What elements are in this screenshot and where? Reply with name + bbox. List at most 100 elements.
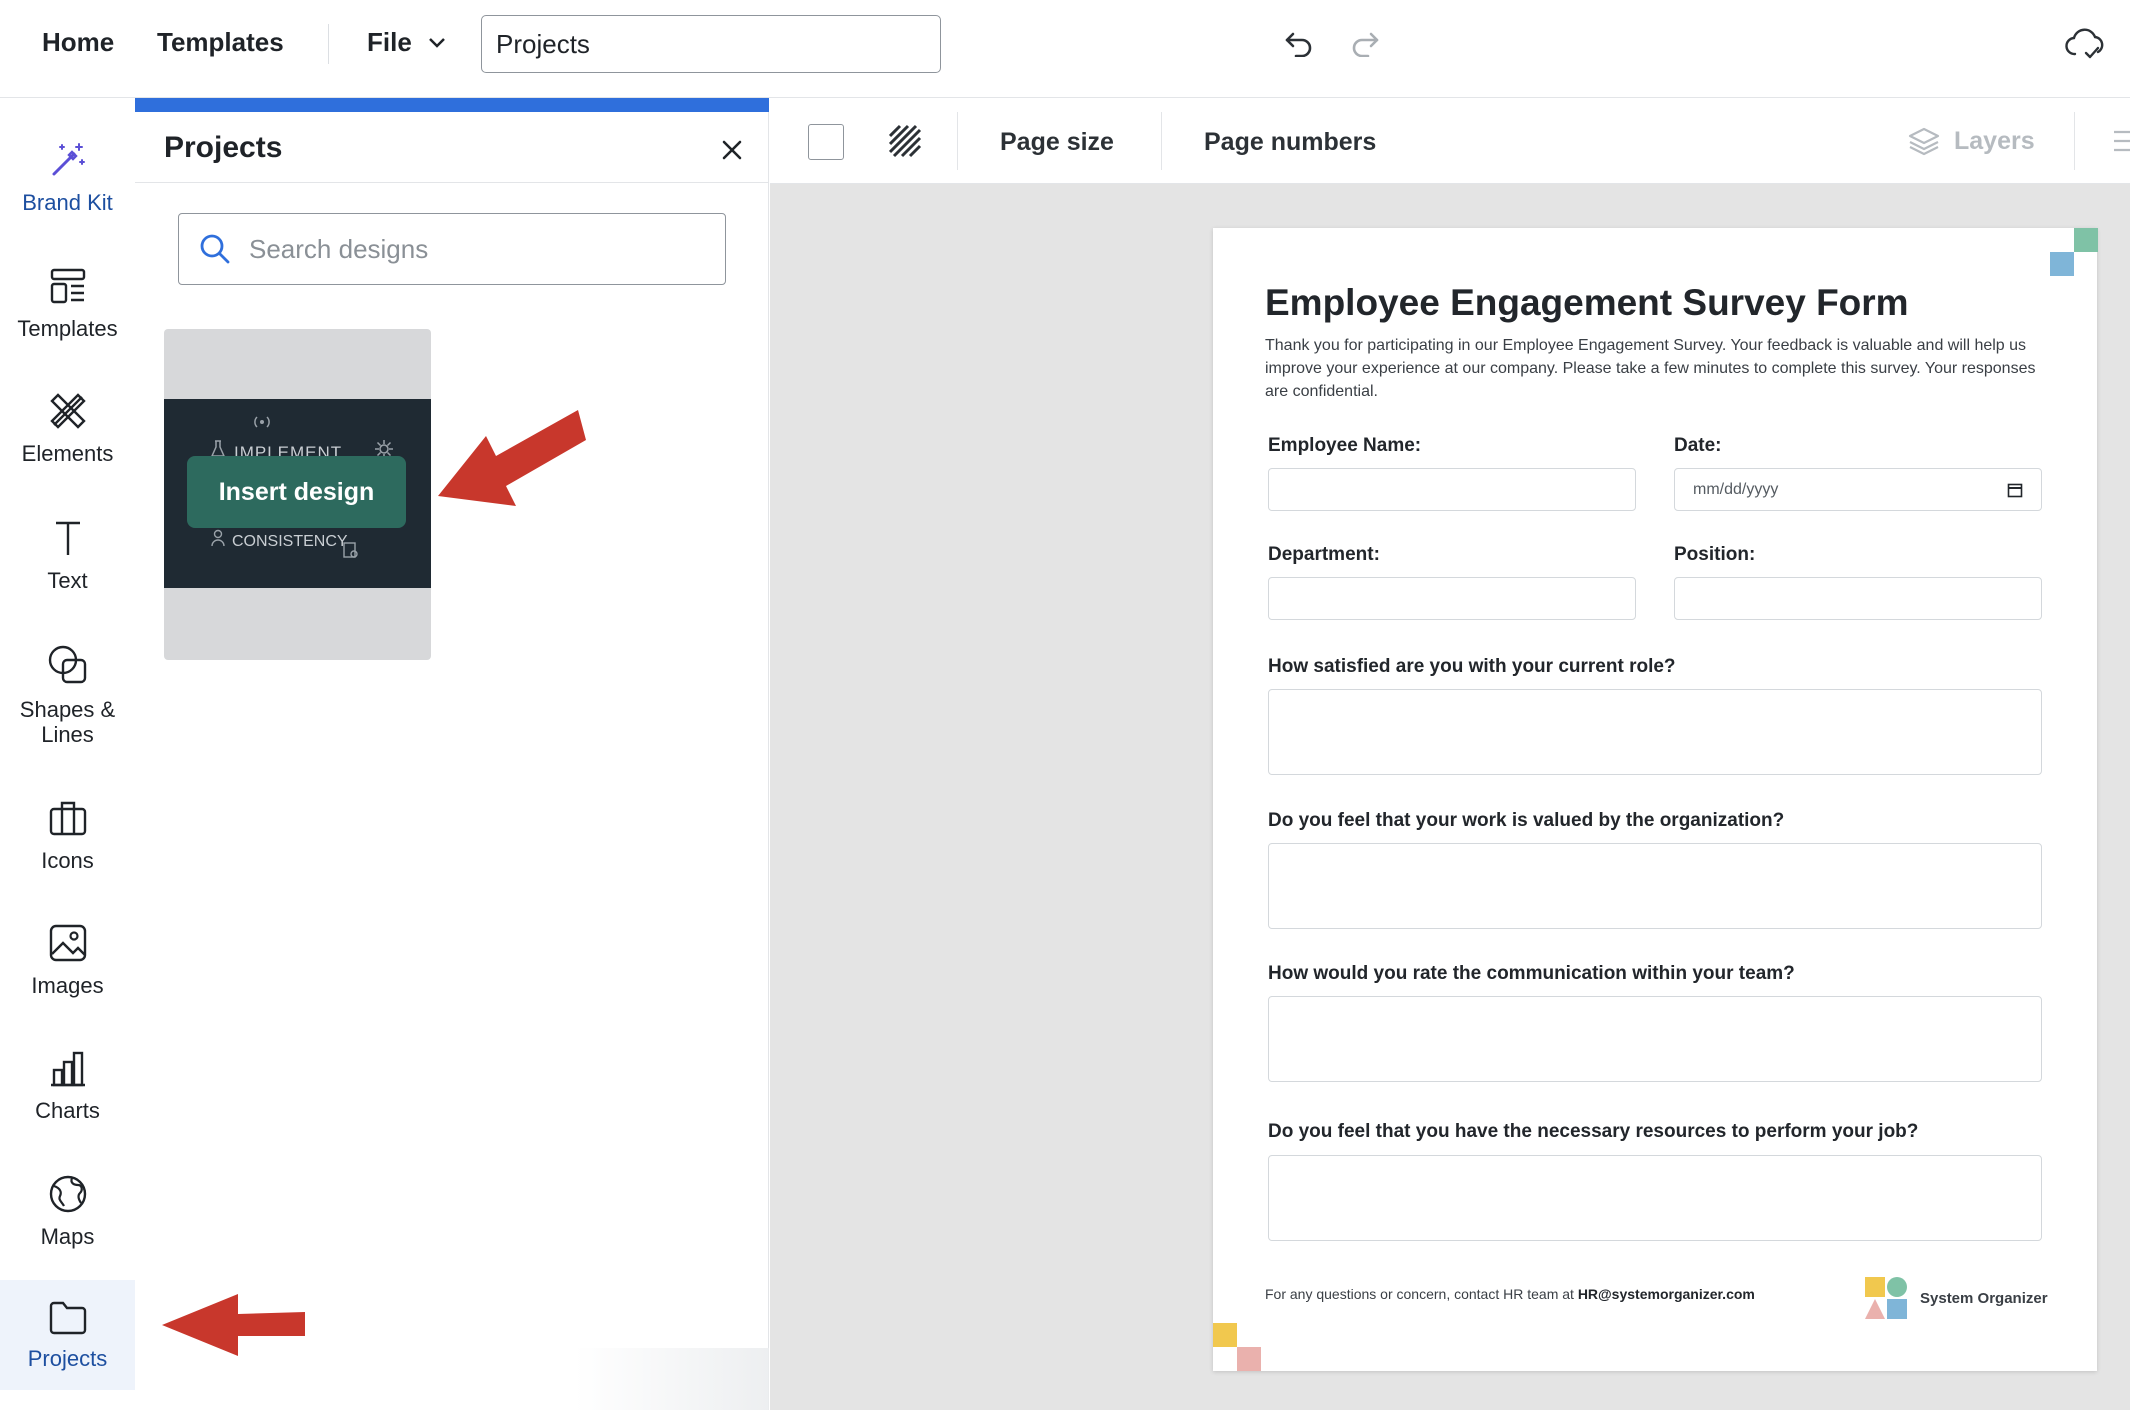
date-field[interactable]: mm/dd/yyyy (1674, 468, 2042, 511)
divider (1161, 112, 1162, 170)
position-field[interactable] (1674, 577, 2042, 620)
layers-icon (1908, 127, 1940, 156)
calendar-icon (2007, 483, 2023, 497)
left-rail: Brand Kit Templates Elements Text Shapes… (0, 98, 135, 1410)
close-icon[interactable] (716, 134, 748, 166)
top-bar: Home Templates File (0, 0, 2130, 98)
rail-item-projects[interactable]: Projects (0, 1280, 135, 1390)
question-answer-field[interactable] (1268, 843, 2042, 929)
divider (957, 112, 958, 170)
search-icon (200, 234, 230, 264)
rail-item-elements[interactable]: Elements (0, 391, 135, 491)
rail-label: Brand Kit (22, 190, 113, 215)
background-color-swatch[interactable] (808, 124, 844, 160)
divider (2074, 112, 2075, 170)
rail-label: Shapes & Lines (19, 697, 116, 747)
rail-item-charts[interactable]: Charts (0, 1048, 135, 1148)
templates-icon (50, 268, 85, 304)
rail-label: Icons (41, 848, 94, 873)
divider (135, 182, 769, 183)
decoration-square (2050, 252, 2074, 276)
chevron-down-icon (428, 37, 445, 48)
question-label: How satisfied are you with your current … (1268, 656, 1676, 677)
rail-label: Maps (40, 1224, 95, 1249)
pattern-icon[interactable] (888, 124, 922, 158)
document-page[interactable]: Employee Engagement Survey Form Thank yo… (1213, 228, 2098, 1371)
text-icon (55, 521, 80, 555)
divider (328, 24, 329, 64)
question-label: Do you feel that your work is valued by … (1268, 810, 1785, 831)
red-arrow-annotation (162, 1294, 305, 1356)
employee-name-field[interactable] (1268, 468, 1636, 511)
user-icon (211, 529, 225, 547)
decoration-square (1213, 1323, 1237, 1347)
shapes-icon (48, 645, 86, 684)
layers-button[interactable]: Layers (1908, 126, 2035, 156)
document-footer: For any questions or concern, contact HR… (1265, 1286, 1755, 1302)
department-label: Department: (1268, 544, 1380, 565)
rail-item-text[interactable]: Text (0, 518, 135, 618)
footer-email: HR@systemorganizer.com (1577, 1286, 1755, 1302)
folder-icon (49, 1301, 86, 1335)
image-icon (49, 924, 86, 962)
question-label: How would you rate the communication wit… (1268, 963, 1795, 984)
layers-label: Layers (1954, 126, 2035, 155)
department-field[interactable] (1268, 577, 1636, 620)
rail-label: Images (31, 973, 104, 998)
briefcase-icon (49, 801, 86, 836)
panel-scroll-shadow (575, 1348, 769, 1410)
rail-item-templates[interactable]: Templates (0, 266, 135, 366)
logo-text: System Organizer (1920, 1289, 2048, 1307)
logo-shapes-icon (1865, 1277, 1907, 1319)
rail-label: Elements (21, 441, 114, 466)
canvas-toolbar: Page size Page numbers Layers (770, 98, 2130, 184)
file-menu-label: File (367, 27, 412, 57)
undo-icon[interactable] (1281, 26, 1317, 62)
question-answer-field[interactable] (1268, 1155, 2042, 1241)
design-canvas[interactable]: Employee Engagement Survey Form Thank yo… (770, 184, 2130, 1410)
page-numbers-button[interactable]: Page numbers (1204, 128, 1376, 157)
rail-label: Templates (17, 316, 118, 341)
cloud-saved-icon[interactable] (2064, 26, 2106, 62)
question-answer-field[interactable] (1268, 689, 2042, 775)
rail-item-brand-kit[interactable]: Brand Kit (0, 140, 135, 240)
rail-item-images[interactable]: Images (0, 923, 135, 1023)
projects-panel: Projects IMPLEMENT CONSISTENCY Insert de… (135, 98, 769, 1410)
elements-icon (49, 393, 86, 429)
position-label: Position: (1674, 544, 1756, 565)
design-card[interactable]: IMPLEMENT CONSISTENCY Insert design (164, 329, 431, 660)
panel-title: Projects (164, 131, 283, 164)
panel-accent-bar (135, 98, 769, 112)
rail-item-maps[interactable]: Maps (0, 1174, 135, 1274)
align-icon[interactable] (2110, 128, 2130, 154)
search-box[interactable] (178, 213, 726, 285)
question-answer-field[interactable] (1268, 996, 2042, 1082)
date-label: Date: (1674, 435, 1722, 456)
question-label: Do you feel that you have the necessary … (1268, 1121, 1919, 1142)
rail-label: Charts (35, 1098, 100, 1123)
signal-icon (254, 416, 270, 428)
insert-design-button[interactable]: Insert design (187, 456, 406, 528)
project-name-input[interactable] (481, 15, 941, 73)
company-logo: System Organizer (1864, 1276, 2048, 1320)
rail-item-icons[interactable]: Icons (0, 798, 135, 898)
templates-link[interactable]: Templates (157, 27, 284, 58)
rail-label: Projects (27, 1346, 108, 1371)
decoration-square (2074, 228, 2098, 252)
globe-icon (49, 1175, 86, 1213)
search-input[interactable] (249, 233, 709, 265)
document-search-icon (343, 542, 358, 558)
bar-chart-icon (50, 1051, 85, 1087)
redo-icon[interactable] (1347, 26, 1383, 62)
page-size-button[interactable]: Page size (1000, 128, 1114, 157)
rail-item-shapes-lines[interactable]: Shapes & Lines (0, 643, 135, 773)
red-arrow-annotation (438, 410, 586, 506)
footer-text: For any questions or concern, contact HR… (1265, 1286, 1578, 1302)
file-menu[interactable]: File (367, 27, 446, 58)
date-placeholder: mm/dd/yyyy (1693, 480, 1779, 498)
home-link[interactable]: Home (42, 27, 114, 58)
document-title: Employee Engagement Survey Form (1265, 282, 1909, 323)
document-intro: Thank you for participating in our Emplo… (1265, 337, 2036, 400)
magic-wand-icon (52, 143, 85, 176)
rail-label: Text (47, 568, 88, 593)
